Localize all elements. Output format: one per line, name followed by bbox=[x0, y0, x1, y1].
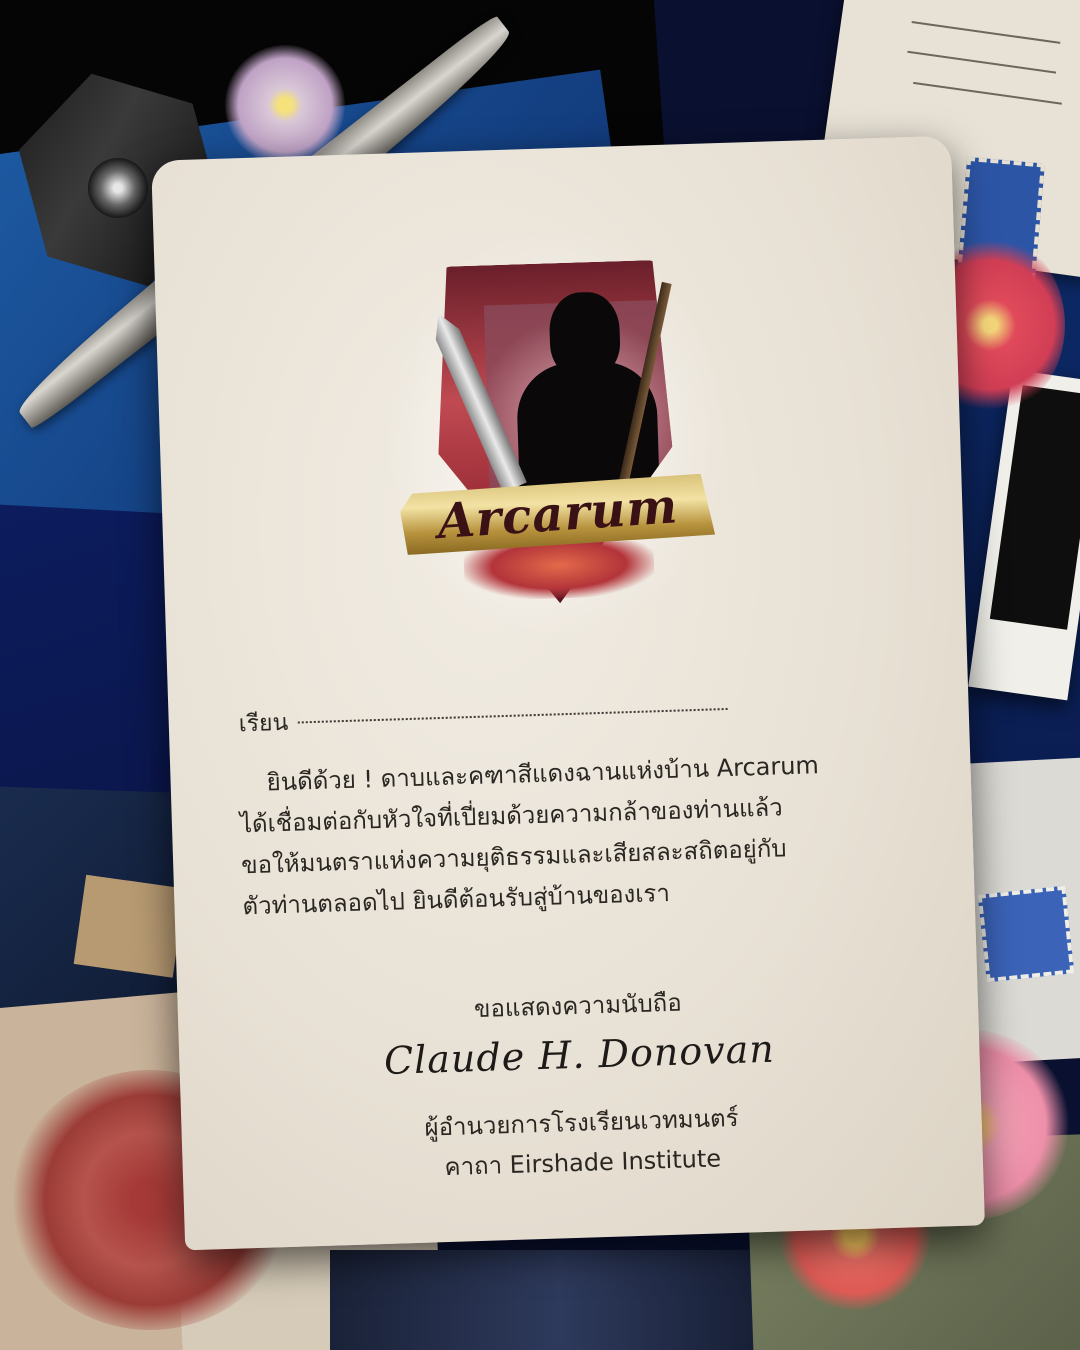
silhouette-head-icon bbox=[548, 291, 621, 378]
dark-cloth-bottom bbox=[330, 1250, 790, 1350]
postage-stamp-right bbox=[977, 885, 1075, 983]
house-crest: Arcarum bbox=[373, 217, 737, 649]
pressed-flower-icon bbox=[225, 45, 345, 165]
letter-body: ยินดีด้วย ! ดาบและคฑาสีแดงฉานแห่งบ้าน Ar… bbox=[238, 743, 908, 928]
recipient-name-line bbox=[298, 707, 729, 724]
salutation-label: เรียน bbox=[238, 709, 289, 738]
acceptance-letter: Arcarum เรียน ยินดีด้วย ! ดาบและคฑาสีแดง… bbox=[151, 135, 985, 1251]
salutation: เรียน bbox=[238, 691, 729, 742]
inkwell-cap-icon bbox=[88, 158, 148, 218]
flourish-icon bbox=[463, 540, 655, 602]
